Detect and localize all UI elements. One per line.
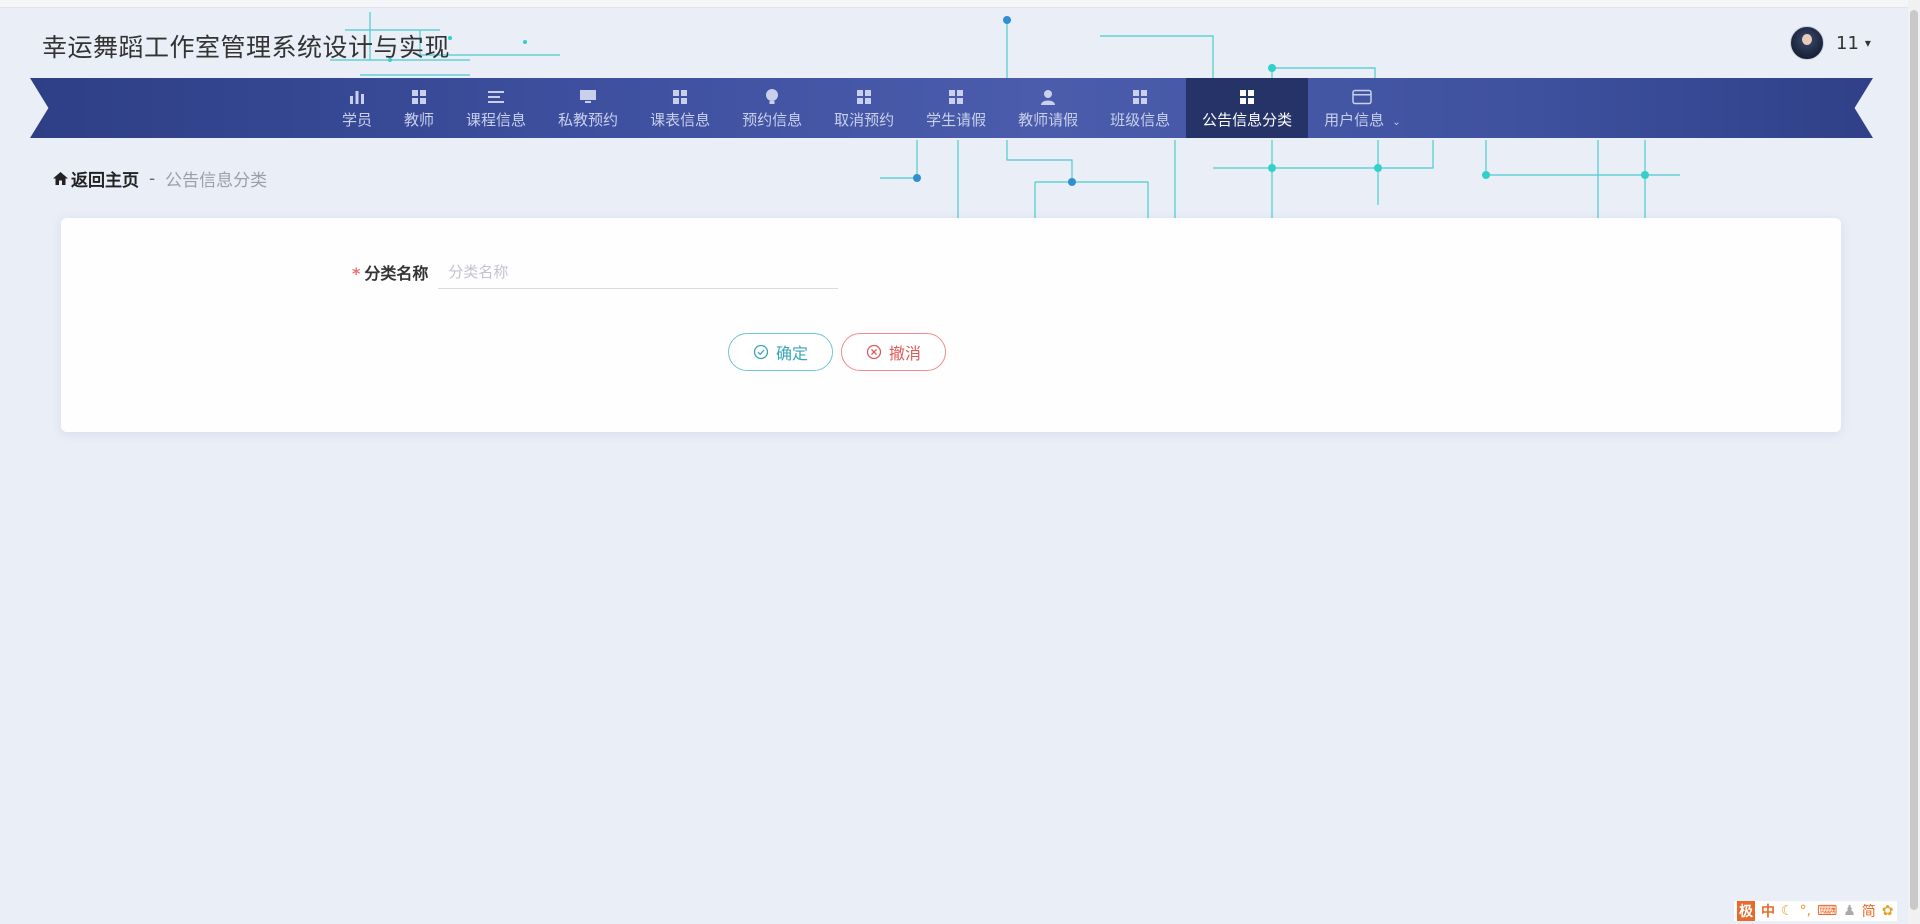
circuit-decoration [330,12,1680,218]
nav-item-label: 教师请假 [1018,110,1079,129]
bar-chart-icon [349,87,365,107]
nav-item-label: 学生请假 [926,110,987,129]
grid-icon [1132,87,1148,107]
home-icon [53,172,68,185]
cancel-button[interactable]: 撤消 [841,333,946,371]
nav-item-label-text: 用户信息 [1324,110,1385,129]
confirm-button[interactable]: 确定 [728,333,833,371]
breadcrumb-current: 公告信息分类 [165,171,268,191]
nav-item-label: 取消预约 [834,110,895,129]
required-mark: * [352,264,361,283]
breadcrumb-separator: - [149,168,156,189]
nav-item-teacher-leave[interactable]: 教师请假 [1002,78,1094,138]
grid-icon [856,87,872,107]
grid-icon [411,87,427,107]
ime-logo[interactable]: 极 [1737,901,1755,921]
list-icon [487,87,505,107]
moon-icon[interactable]: ☾ [1781,903,1794,919]
ime-mode[interactable]: 中 [1761,901,1775,921]
nav-item-bookings[interactable]: 预约信息 [726,78,818,138]
monitor-icon [579,87,597,107]
card-icon [1352,87,1373,107]
nav-item-notice-category[interactable]: 公告信息分类 [1186,78,1309,138]
close-circle-icon [866,344,882,360]
breadcrumb: 返回主页 - 公告信息分类 [52,166,267,191]
app-title: 幸运舞蹈工作室管理系统设计与实现 [42,33,451,62]
grid-icon [672,87,688,107]
nav-item-label: 班级信息 [1110,110,1171,129]
user-name[interactable]: 11 [1836,33,1859,54]
person-icon [1040,87,1056,107]
gear-icon[interactable]: ✿ [1882,903,1894,919]
main-nav: 学员 教师 课程信息 私教预约 课表信息 预约信息 取消预约 学生请假 教师请假… [326,78,1417,138]
window-top-strip [0,0,1920,8]
nav-item-cancel-booking[interactable]: 取消预约 [818,78,910,138]
form-row-category-name: * 分类名称 [352,255,839,289]
nav-item-label: 预约信息 [742,110,803,129]
nav-item-user-info[interactable]: 用户信息 ⌄ [1308,78,1416,138]
nav-item-schedule[interactable]: 课表信息 [634,78,726,138]
user-icon[interactable]: ♟ [1843,903,1856,919]
field-label-text: 分类名称 [364,264,429,283]
scrollbar-thumb[interactable] [1910,10,1918,910]
nav-item-label: 课程信息 [466,110,527,129]
nav-item-students[interactable]: 学员 [326,78,388,138]
form-card [61,218,1841,432]
nav-item-label: 用户信息 ⌄ [1324,109,1400,130]
ime-simplified[interactable]: 简 [1862,901,1876,921]
keyboard-icon[interactable]: ⌨ [1817,903,1837,919]
nav-item-label: 课表信息 [650,110,711,129]
grid-icon [1239,87,1255,107]
caret-down-icon[interactable]: ▾ [1865,36,1871,50]
scrollbar[interactable] [1908,0,1920,924]
user-menu[interactable]: 11 ▾ [1790,26,1871,60]
ime-toolbar[interactable]: 极 中 ☾ °, ⌨ ♟ 简 ✿ [1734,901,1897,921]
category-name-input[interactable] [438,255,839,289]
check-circle-icon [753,344,769,360]
punctuation-icon[interactable]: °, [1800,903,1811,919]
nav-item-label: 教师 [404,110,435,129]
nav-item-classes[interactable]: 班级信息 [1094,78,1186,138]
breadcrumb-home[interactable]: 返回主页 [52,166,139,191]
confirm-button-label: 确定 [775,344,808,363]
nav-item-label: 公告信息分类 [1202,110,1293,129]
nav-item-student-leave[interactable]: 学生请假 [910,78,1002,138]
nav-item-teachers[interactable]: 教师 [388,78,450,138]
field-label: * 分类名称 [352,260,428,284]
bulb-icon [764,87,780,107]
cancel-button-label: 撤消 [888,344,921,363]
nav-item-courses[interactable]: 课程信息 [450,78,542,138]
chevron-down-icon[interactable]: ⌄ [1392,117,1400,128]
nav-item-label: 学员 [342,110,373,129]
breadcrumb-home-label[interactable]: 返回主页 [71,166,139,191]
avatar[interactable] [1790,26,1824,60]
grid-icon [948,87,964,107]
nav-item-label: 私教预约 [558,110,619,129]
nav-item-private-booking[interactable]: 私教预约 [542,78,634,138]
